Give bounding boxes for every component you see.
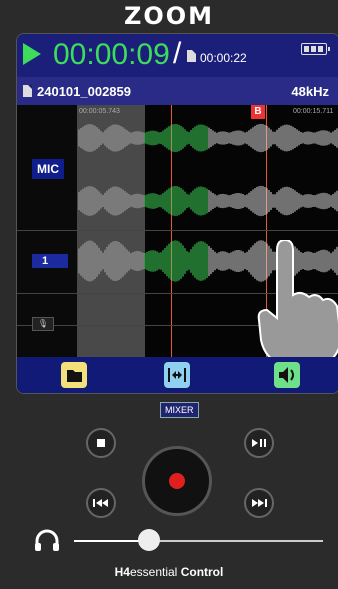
headphones-icon	[35, 529, 59, 551]
mixer-button[interactable]: MIXER	[160, 402, 199, 418]
stop-button[interactable]	[86, 428, 116, 458]
file-icon	[23, 85, 32, 97]
waveform-area[interactable]: 00:00:05.743 00:00:15.711 B MIC 1 🎙	[17, 105, 338, 367]
zoom-fit-tab[interactable]	[164, 362, 190, 388]
zoom-logo: ZOOM	[123, 2, 215, 30]
fit-width-icon	[168, 368, 186, 382]
folder-tab[interactable]	[61, 362, 87, 388]
mic-waveform-upper	[78, 123, 338, 153]
total-time: 00:00:22	[200, 51, 247, 65]
speaker-tab[interactable]	[274, 362, 300, 388]
volume-slider-knob[interactable]	[137, 529, 160, 551]
rewind-button[interactable]	[86, 488, 116, 518]
fast-forward-icon	[252, 499, 267, 507]
file-info-bar: 240101_002859 48kHz	[17, 77, 338, 105]
battery-icon	[301, 43, 330, 55]
app-brand: H4essential Control	[114, 565, 224, 579]
speaker-icon	[279, 367, 294, 383]
file-icon	[187, 50, 196, 62]
sample-rate: 48kHz	[291, 84, 329, 99]
fast-forward-button[interactable]	[244, 488, 274, 518]
play-pause-icon	[252, 439, 266, 447]
screen-tab-bar	[17, 357, 338, 393]
rewind-icon	[93, 499, 108, 507]
stop-icon	[97, 439, 105, 447]
play-pause-button[interactable]	[244, 428, 274, 458]
device-screen: 00:00:09 / 00:00:22 240101_002859 48kHz …	[16, 33, 338, 394]
transport-header: 00:00:09 / 00:00:22	[17, 34, 338, 77]
time-separator: /	[173, 37, 182, 70]
elapsed-time: 00:00:09	[53, 38, 170, 71]
record-icon	[169, 473, 185, 489]
file-name: 240101_002859	[37, 84, 131, 99]
play-state-icon	[23, 43, 41, 65]
mic-waveform-lower	[78, 185, 338, 217]
pointing-hand-icon	[257, 240, 338, 367]
record-button[interactable]	[142, 446, 212, 516]
folder-icon	[67, 370, 82, 382]
volume-slider-track[interactable]	[74, 540, 323, 542]
